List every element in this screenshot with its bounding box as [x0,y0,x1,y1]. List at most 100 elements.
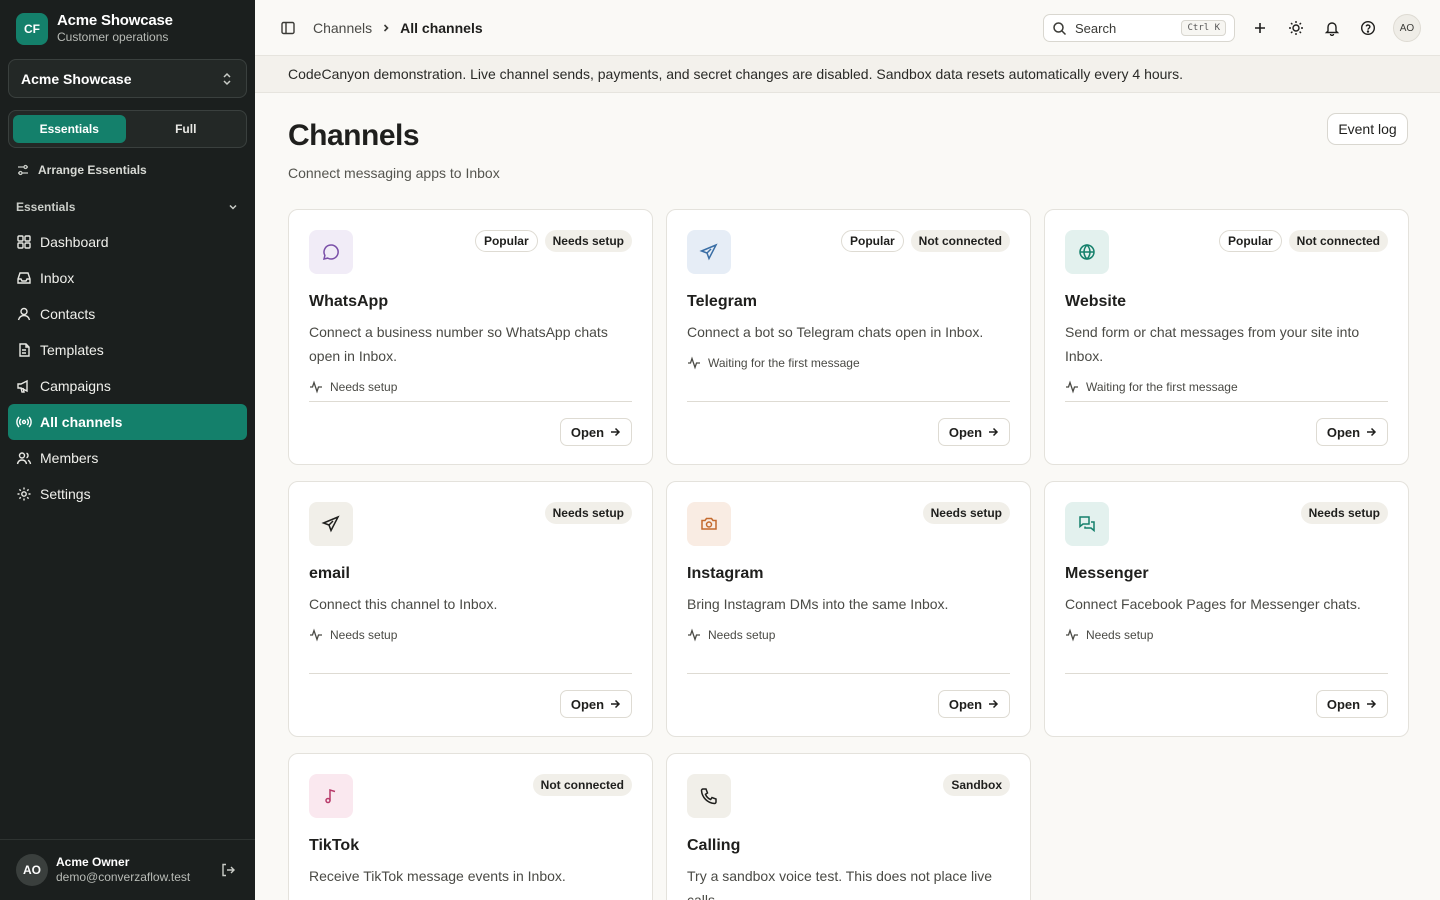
card-divider [687,401,1010,402]
sidebar-item-label: Settings [40,486,91,502]
channel-card-whatsapp: Popular Needs setup WhatsApp Connect a b… [288,209,653,465]
channel-status: Needs setup [309,380,397,394]
page-title: Channels [288,119,420,152]
sidebar-item-dashboard[interactable]: Dashboard [8,224,247,260]
messages-icon [1079,516,1095,533]
open-instagram-button[interactable]: Open [938,690,1010,718]
channel-description: Connect this channel to Inbox. [309,596,498,612]
essentials-section-toggle[interactable]: Essentials [16,200,239,214]
event-log-button[interactable]: Event log [1327,113,1408,145]
sidebar-item-members[interactable]: Members [8,440,247,476]
channel-name: email [309,565,350,582]
brand-logo: CF [16,12,48,45]
account-avatar[interactable]: AO [1393,14,1421,42]
badge-popular: Popular [474,230,538,252]
theme-toggle-button[interactable] [1285,17,1307,39]
badge-status: Not connected [1288,230,1388,252]
channel-status-text: Needs setup [1086,628,1154,642]
topbar: Channels All channels Search Ctrl K AO [255,0,1440,56]
channel-status: Needs setup [309,628,397,642]
arrow-right-icon [1367,699,1377,709]
chevron-right-icon [384,23,389,32]
chat-bubble-icon [322,244,339,261]
user-email: demo@converzaflow.test [56,870,191,884]
chevron-up-down-icon [223,72,231,85]
tiktok-icon-tile [309,774,353,818]
sidebar-item-all-channels[interactable]: All channels [8,404,247,440]
open-label: Open [948,696,983,712]
gear-icon [17,487,31,501]
channel-card-email: Needs setup email Connect this channel t… [288,481,653,737]
channel-description: Connect a bot so Telegram chats open in … [687,324,984,340]
members-icon [16,452,32,465]
open-email-button[interactable]: Open [560,690,632,718]
card-divider [1065,401,1388,402]
calling-icon-tile [687,774,731,818]
badge-status: Needs setup [1300,502,1388,524]
open-whatsapp-button[interactable]: Open [560,418,632,446]
badge-status: Needs setup [544,230,632,252]
camera-icon [701,517,717,530]
create-button[interactable] [1249,17,1271,39]
open-label: Open [570,424,605,440]
whatsapp-icon-tile [309,230,353,274]
sidebar-item-templates[interactable]: Templates [8,332,247,368]
sidebar-item-inbox[interactable]: Inbox [8,260,247,296]
megaphone-icon [17,379,28,393]
badge-status: Not connected [532,774,632,796]
open-website-button[interactable]: Open [1316,418,1388,446]
mode-full-button[interactable]: Full [130,115,243,143]
breadcrumb: Channels All channels [313,20,483,36]
sidebar-item-settings[interactable]: Settings [8,476,247,512]
activity-icon [310,380,322,394]
open-telegram-button[interactable]: Open [938,418,1010,446]
channel-status: Needs setup [1065,628,1153,642]
card-divider [687,673,1010,674]
channel-name: WhatsApp [309,293,389,310]
page-subtitle: Connect messaging apps to Inbox [288,165,500,181]
badge-popular: Popular [840,230,904,252]
breadcrumb-channels[interactable]: Channels [313,20,372,36]
sidebar: CF Acme Showcase Customer operations Acm… [0,0,255,900]
plus-icon [1255,23,1265,33]
sidebar-toggle-icon [281,21,295,34]
logout-button[interactable] [217,859,239,881]
contacts-icon [17,307,31,321]
paper-plane-icon [321,515,340,533]
channel-description: Connect Facebook Pages for Messenger cha… [1065,596,1361,612]
mode-essentials-button[interactable]: Essentials [13,115,126,143]
workspace-select-label: Acme Showcase [21,70,132,87]
notifications-button[interactable] [1321,17,1343,39]
arrange-essentials-button[interactable]: Arrange Essentials [16,163,147,177]
arrow-right-icon [989,699,999,709]
search-input[interactable]: Search Ctrl K [1043,14,1235,42]
channel-description: Try a sandbox voice test. This does not … [687,868,993,900]
workspace-select[interactable]: Acme Showcase [8,59,247,98]
channel-card-instagram: Needs setup Instagram Bring Instagram DM… [666,481,1031,737]
sidebar-item-label: Dashboard [40,234,109,250]
sidebar-item-label: All channels [40,414,123,430]
card-divider [1065,673,1388,674]
badge-status: Not connected [910,230,1010,252]
messenger-icon-tile [1065,502,1109,546]
sidebar-item-label: Contacts [40,306,96,322]
dashboard-icon [17,235,31,249]
open-label: Open [1326,424,1361,440]
activity-icon [688,356,700,370]
sidebar-item-contacts[interactable]: Contacts [8,296,247,332]
sidebar-item-campaigns[interactable]: Campaigns [8,368,247,404]
sidebar-toggle-button[interactable] [277,17,299,39]
activity-icon [688,628,700,642]
activity-icon [1066,380,1078,394]
open-label: Open [1326,696,1361,712]
help-button[interactable] [1357,17,1379,39]
telegram-icon-tile [687,230,731,274]
channel-name: Instagram [687,565,764,582]
user-bar: AO Acme Owner demo@converzaflow.test [0,839,255,900]
sidebar-item-label: Campaigns [40,378,111,394]
open-messenger-button[interactable]: Open [1316,690,1388,718]
mode-toggle: Essentials Full [8,110,247,148]
channel-status: Waiting for the first message [1065,380,1238,394]
channel-description: Connect a business number so WhatsApp ch… [309,324,608,364]
card-divider [309,673,632,674]
